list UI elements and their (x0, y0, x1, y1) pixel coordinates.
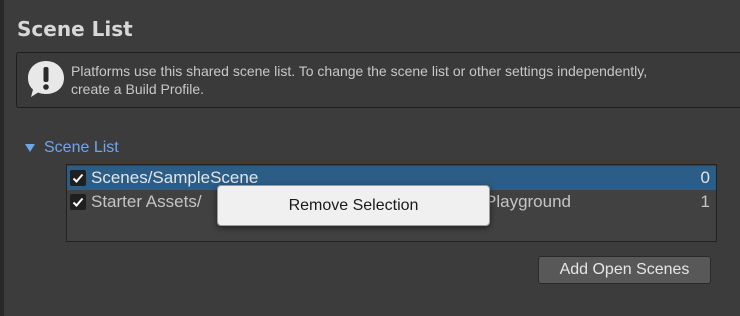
remove-selection-menu-item[interactable]: Remove Selection (224, 191, 483, 220)
checkmark-icon (72, 173, 84, 183)
help-box: Platforms use this shared scene list. To… (16, 52, 740, 108)
scene-list-foldout[interactable]: Scene List (24, 138, 119, 158)
scene-checkbox[interactable] (70, 170, 86, 186)
checkmark-icon (72, 197, 84, 207)
scene-name-start: Starter Assets/ (91, 192, 202, 211)
add-open-scenes-button[interactable]: Add Open Scenes (538, 256, 711, 284)
triangle-down-icon (25, 144, 35, 152)
scene-index: 0 (700, 168, 710, 187)
scene-name-end: Playground (485, 192, 572, 211)
scene-checkbox[interactable] (70, 194, 86, 210)
context-menu: Remove Selection (217, 185, 490, 226)
scene-index: 1 (700, 192, 710, 211)
section-title: Scene List (17, 17, 133, 41)
help-text: Platforms use this shared scene list. To… (71, 63, 648, 97)
exclamation-icon (28, 61, 64, 97)
foldout-label: Scene List (44, 139, 119, 156)
